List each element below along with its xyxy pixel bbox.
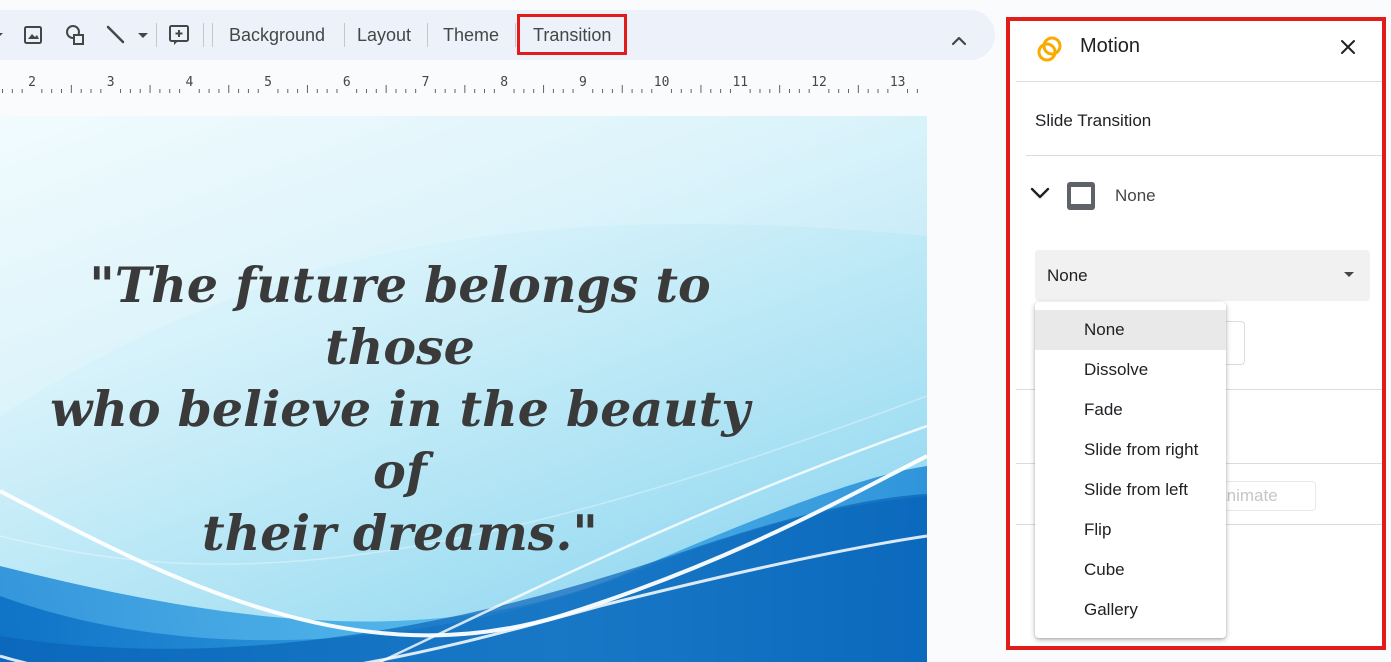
toolbar-divider	[212, 23, 213, 47]
slide-transition-label: Slide Transition	[1035, 111, 1152, 130]
menu-item-fade[interactable]: Fade	[1035, 390, 1226, 430]
ruler-label: 2	[28, 75, 36, 90]
toolbar: Background Layout Theme Transition	[0, 10, 995, 60]
ruler-label: 6	[343, 75, 351, 90]
collapse-chevron-icon[interactable]	[948, 34, 970, 53]
insert-image-icon[interactable]	[20, 22, 46, 48]
background-button[interactable]: Background	[229, 23, 325, 47]
menu-item-gallery[interactable]: Gallery	[1035, 590, 1226, 630]
layout-button[interactable]: Layout	[357, 23, 411, 47]
panel-divider	[1026, 155, 1382, 156]
line-icon[interactable]	[103, 22, 129, 48]
horizontal-ruler: 2 3 4 5 6 7 8 9 10 11 12 13	[0, 66, 928, 97]
transition-type-select[interactable]: None	[1035, 250, 1370, 301]
chevron-down-icon[interactable]	[1030, 186, 1050, 205]
ruler-label: 5	[264, 75, 272, 90]
ruler-label: 3	[107, 75, 115, 90]
ruler-label: 4	[185, 75, 193, 90]
panel-title: Motion	[1080, 35, 1141, 57]
theme-button[interactable]: Theme	[443, 23, 499, 47]
toolbar-divider	[156, 23, 157, 47]
toolbar-divider	[515, 23, 516, 47]
transition-select-value: None	[1047, 266, 1088, 285]
ruler-label: 13	[890, 75, 906, 90]
quote-line: their dreams."	[202, 504, 598, 562]
shapes-icon[interactable]	[62, 22, 88, 48]
slide[interactable]: "The future belongs to those who believe…	[0, 116, 927, 662]
quote-line: "The future belongs to those	[89, 256, 711, 376]
current-transition-label[interactable]: None	[1115, 186, 1156, 206]
chevron-down-icon[interactable]	[0, 22, 12, 48]
ruler-ticks: 2 3 4 5 6 7 8 9 10 11 12 13	[1, 75, 918, 93]
menu-item-cube[interactable]: Cube	[1035, 550, 1226, 590]
motion-icon	[1036, 35, 1064, 68]
menu-item-slide-from-left[interactable]: Slide from left	[1035, 470, 1226, 510]
menu-item-slide-from-right[interactable]: Slide from right	[1035, 430, 1226, 470]
slide-quote-text[interactable]: "The future belongs to those who believe…	[40, 254, 760, 564]
menu-item-flip[interactable]: Flip	[1035, 510, 1226, 550]
ruler-label: 8	[500, 75, 508, 90]
toolbar-divider	[427, 23, 428, 47]
close-icon[interactable]	[1340, 39, 1356, 60]
menu-item-none[interactable]: None	[1035, 310, 1226, 350]
transition-thumbnail-icon	[1066, 181, 1096, 211]
quote-line: who believe in the beauty of	[50, 380, 750, 500]
ruler-label: 10	[654, 75, 670, 90]
ruler-label: 11	[732, 75, 748, 90]
toolbar-divider	[203, 23, 204, 47]
canvas-area: "The future belongs to those who believe…	[0, 96, 995, 662]
dropdown-arrow-icon[interactable]	[130, 22, 156, 48]
panel-divider	[1016, 81, 1382, 82]
add-comment-icon[interactable]	[166, 22, 192, 48]
toolbar-divider	[344, 23, 345, 47]
dropdown-caret-icon	[1344, 272, 1354, 277]
menu-item-dissolve[interactable]: Dissolve	[1035, 350, 1226, 390]
transition-highlight	[517, 14, 627, 55]
ruler-label: 7	[422, 75, 430, 90]
ruler-label: 12	[811, 75, 827, 90]
ruler-label: 9	[579, 75, 587, 90]
transition-dropdown-menu: None Dissolve Fade Slide from right Slid…	[1035, 302, 1226, 638]
